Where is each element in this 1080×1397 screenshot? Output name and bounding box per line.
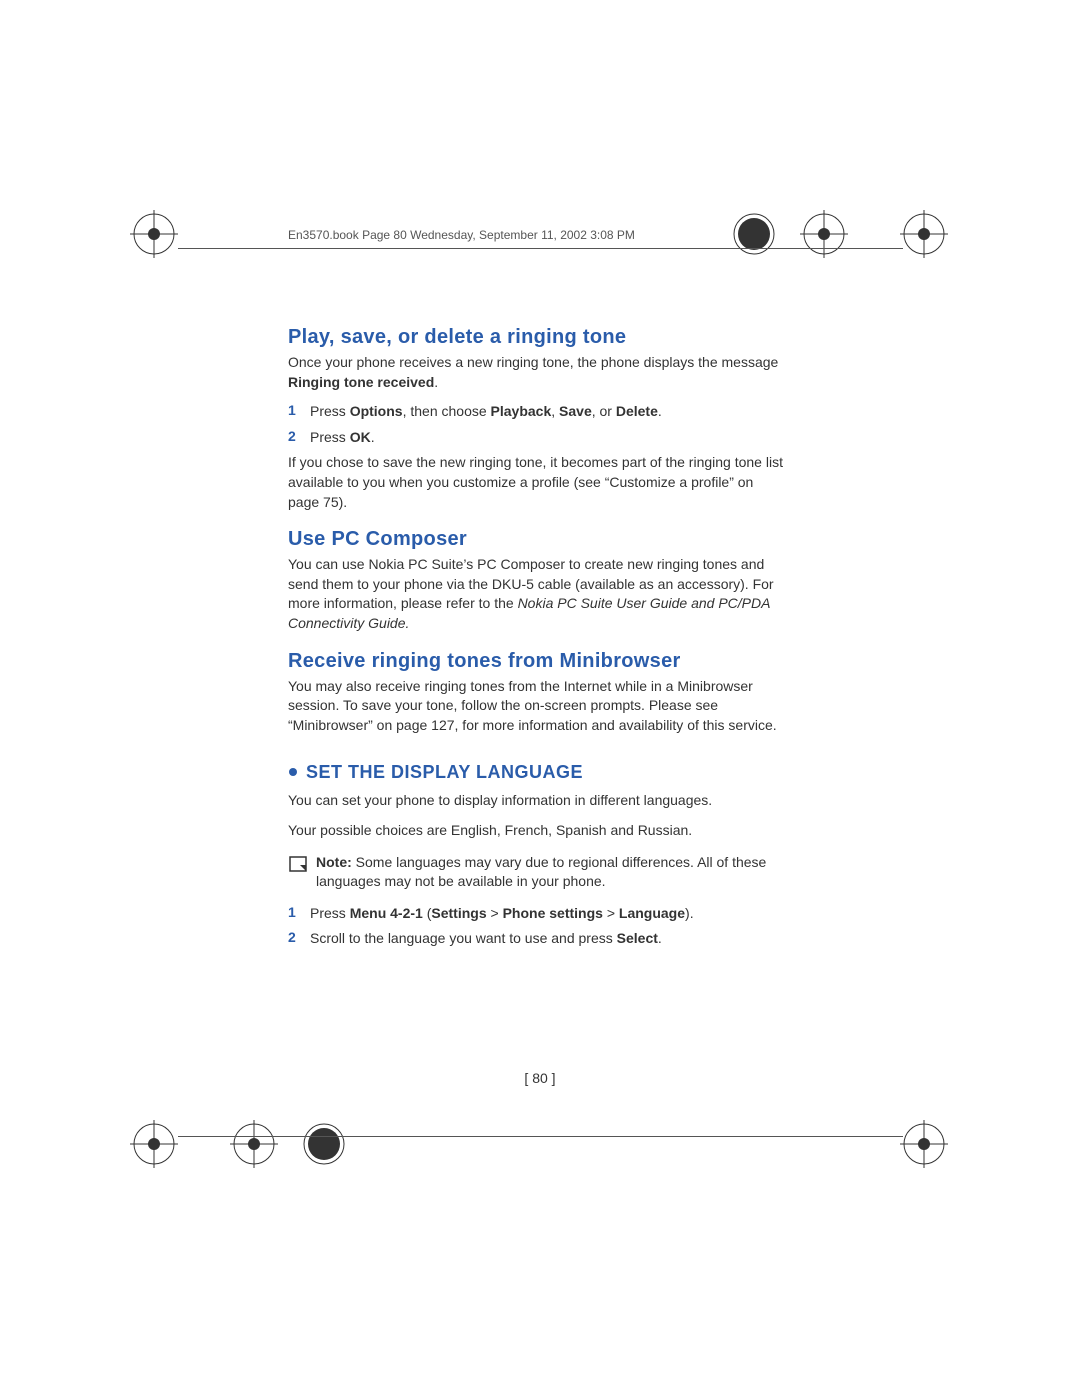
text: Scroll to the language you want to use a… [310,930,617,946]
text-bold: Ringing tone received [288,374,434,390]
step-number: 2 [288,428,310,448]
paragraph: You can use Nokia PC Suite’s PC Composer… [288,555,788,633]
step-text: Press OK. [310,428,375,448]
bullet-icon [288,761,298,782]
step-text: Scroll to the language you want to use a… [310,929,662,949]
text: , or [592,403,616,419]
paragraph: You can set your phone to display inform… [288,791,788,811]
section-heading-display-language: SET THE DISPLAY LANGUAGE [288,761,788,783]
note-callout: Note: Some languages may vary due to reg… [288,853,788,892]
crop-mark-icon [130,210,178,258]
crop-mark-icon [900,1120,948,1168]
text: , then choose [403,403,491,419]
page-header: En3570.book Page 80 Wednesday, September… [288,228,635,242]
step-number: 1 [288,904,310,924]
heading-use-pc-composer: Use PC Composer [288,528,788,551]
text: > [603,905,619,921]
text-bold: Select [617,930,658,946]
list-item: 1 Press Menu 4-2-1 (Settings > Phone set… [288,904,788,924]
crop-mark-icon [230,1120,278,1168]
paragraph: Your possible choices are English, Frenc… [288,821,788,841]
text-bold: Playback [491,403,552,419]
text-bold: Settings [431,905,486,921]
heading-receive-minibrowser: Receive ringing tones from Minibrowser [288,650,788,673]
text: . [371,429,375,445]
text-bold: Save [559,403,592,419]
text-bold: Note: [316,854,356,870]
crop-mark-icon [800,210,848,258]
crop-mark-icon [130,1120,178,1168]
text-bold: OK [350,429,371,445]
list-item: 2 Scroll to the language you want to use… [288,929,788,949]
text: Some languages may vary due to regional … [316,854,766,890]
text: . [434,374,438,390]
text-bold: Phone settings [503,905,603,921]
page-number: [ 80 ] [0,1070,1080,1086]
text: . [658,930,662,946]
text: ). [685,905,694,921]
text: Press [310,905,350,921]
crop-mark-icon [300,1120,348,1168]
crop-mark-icon [900,210,948,258]
divider [178,248,903,249]
step-text: Press Options, then choose Playback, Sav… [310,402,662,422]
text-bold: Options [350,403,403,419]
content-body: Play, save, or delete a ringing tone Onc… [288,310,788,955]
paragraph: Once your phone receives a new ringing t… [288,353,788,392]
text: . [658,403,662,419]
section-title: SET THE DISPLAY LANGUAGE [306,762,583,782]
text: > [487,905,503,921]
text-bold: Menu 4-2-1 [350,905,423,921]
text: Press [310,429,350,445]
paragraph: You may also receive ringing tones from … [288,677,788,736]
note-text: Note: Some languages may vary due to reg… [316,853,788,892]
text: Once your phone receives a new ringing t… [288,354,778,370]
paragraph: If you chose to save the new ringing ton… [288,453,788,512]
divider [178,1136,903,1137]
page: En3570.book Page 80 Wednesday, September… [0,0,1080,1397]
heading-play-save-delete: Play, save, or delete a ringing tone [288,326,788,349]
text-bold: Delete [616,403,658,419]
note-icon [288,853,316,892]
step-number: 1 [288,402,310,422]
text: Press [310,403,350,419]
list-item: 1 Press Options, then choose Playback, S… [288,402,788,422]
crop-mark-icon [730,210,778,258]
text: , [551,403,559,419]
text-bold: Language [619,905,685,921]
step-number: 2 [288,929,310,949]
list-item: 2 Press OK. [288,428,788,448]
step-text: Press Menu 4-2-1 (Settings > Phone setti… [310,904,694,924]
